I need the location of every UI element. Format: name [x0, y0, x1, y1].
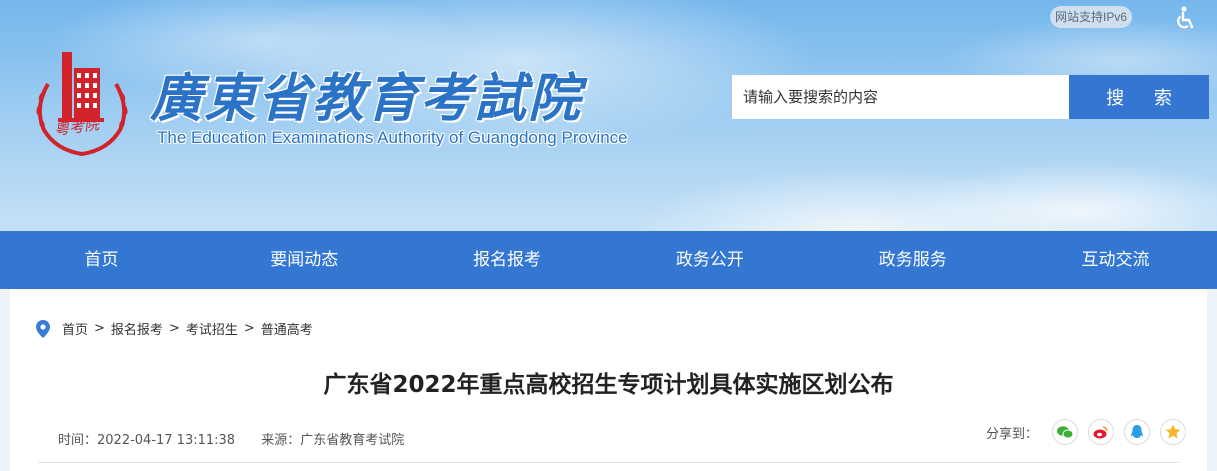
ipv6-badge: 网站支持IPv6	[1050, 6, 1132, 28]
site-title-cn: 廣東省教育考試院	[150, 68, 583, 129]
nav-item-public-affairs[interactable]: 政务公开	[608, 231, 811, 289]
article-panel: 首页 > 报名报考 > 考试招生 > 普通高考 广东省2022年重点高校招生专项…	[10, 289, 1207, 471]
accessibility-icon[interactable]	[1171, 5, 1197, 31]
nav-item-news[interactable]: 要闻动态	[203, 231, 406, 289]
article-title: 广东省2022年重点高校招生专项计划具体实施区划公布	[323, 372, 894, 398]
main-nav: 首页 要闻动态 报名报考 政务公开 政务服务 互动交流	[0, 231, 1217, 289]
breadcrumb-exam-admission[interactable]: 考试招生	[186, 319, 238, 338]
site-title-en: The Education Examinations Authority of …	[157, 128, 628, 147]
breadcrumb-gaokao[interactable]: 普通高考	[261, 319, 313, 338]
breadcrumb-separator: >	[168, 321, 180, 336]
breadcrumb-separator: >	[94, 321, 105, 336]
divider	[38, 462, 1179, 463]
search-button[interactable]: 搜 索	[1069, 75, 1209, 119]
share-label: 分享到：	[986, 426, 1039, 442]
breadcrumb: 首页 > 报名报考 > 考试招生 > 普通高考	[36, 319, 313, 338]
breadcrumb-registration[interactable]: 报名报考	[111, 319, 163, 338]
nav-item-interaction[interactable]: 互动交流	[1014, 231, 1217, 289]
nav-item-services[interactable]: 政务服务	[811, 231, 1014, 289]
search-input[interactable]	[732, 75, 1070, 119]
wechat-icon[interactable]	[1052, 419, 1079, 445]
breadcrumb-home[interactable]: 首页	[62, 319, 88, 338]
nav-item-home[interactable]: 首页	[0, 231, 203, 289]
qzone-icon[interactable]	[1160, 419, 1187, 445]
article-source: 来源：广东省教育考试院	[261, 433, 405, 448]
location-pin-icon	[36, 319, 50, 338]
share-bar: 分享到：	[986, 419, 1196, 445]
breadcrumb-separator: >	[243, 321, 255, 336]
site-header: 网站支持IPv6 粤考院 廣東省教育考試院 The Education Exam…	[0, 0, 1217, 231]
weibo-icon[interactable]	[1088, 419, 1115, 445]
nav-item-registration[interactable]: 报名报考	[406, 231, 609, 289]
qq-icon[interactable]	[1124, 419, 1151, 445]
logo	[36, 52, 128, 157]
publish-time: 时间：2022-04-17 13:11:38	[58, 433, 236, 448]
article-meta: 时间：2022-04-17 13:11:38 来源：广东省教育考试院	[58, 429, 426, 448]
